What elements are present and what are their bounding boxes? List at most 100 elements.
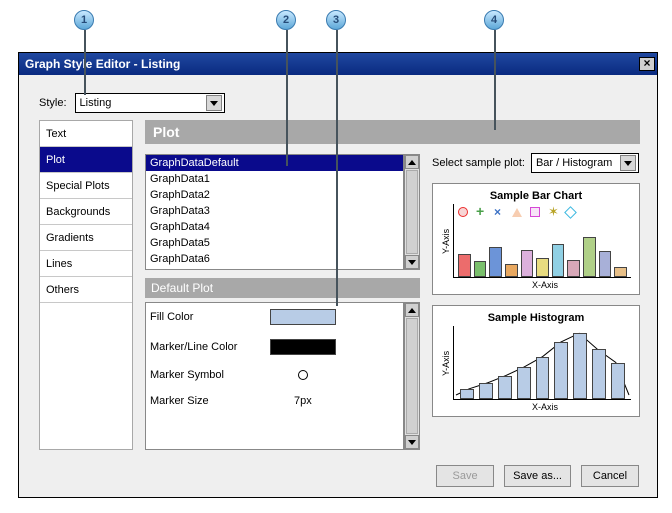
bar [536,258,549,277]
category-sidebar: Text Plot Special Plots Backgrounds Grad… [39,120,133,450]
tab-special-plots[interactable]: Special Plots [40,173,132,199]
callout-line-3 [336,30,338,306]
style-value: Listing [80,97,112,109]
histogram-bars [460,326,625,399]
callout-line-1 [84,30,86,95]
scroll-thumb[interactable] [406,318,418,434]
bar [489,247,502,277]
callout-line-2 [286,30,288,166]
style-select[interactable]: Listing [75,93,225,113]
bar [567,260,580,277]
bar-chart-bars [458,220,627,277]
bar-y-axis-label: Y-Axis [441,204,453,278]
bar-chart-title: Sample Bar Chart [441,190,631,202]
callout-2: 2 [276,10,296,30]
scroll-down-button[interactable] [405,255,419,269]
tab-gradients[interactable]: Gradients [40,225,132,251]
list-item[interactable]: GraphData6 [146,251,403,267]
callout-4: 4 [484,10,504,30]
save-button[interactable]: Save [436,465,494,487]
hist-plot-area [453,326,631,400]
scroll-down-button[interactable] [405,435,419,449]
bar [552,244,565,277]
star-icon: ✶ [548,207,558,217]
hist-bar [573,333,587,399]
sample-plot-value: Bar / Histogram [536,157,612,169]
sample-plot-label: Select sample plot: [432,157,525,169]
tab-text[interactable]: Text [40,121,132,147]
x-icon: × [494,207,504,217]
graphdata-list[interactable]: GraphDataDefault GraphData1 GraphData2 G… [145,154,404,270]
tab-others[interactable]: Others [40,277,132,303]
list-item[interactable]: GraphData5 [146,235,403,251]
list-item[interactable]: GraphData4 [146,219,403,235]
close-button[interactable]: × [639,57,655,71]
save-as-button[interactable]: Save as... [504,465,571,487]
hist-bar [498,376,512,399]
hist-bar [517,367,531,399]
subsection-header: Default Plot [145,278,420,298]
fill-color-label: Fill Color [150,311,270,323]
tab-backgrounds[interactable]: Backgrounds [40,199,132,225]
callout-1: 1 [74,10,94,30]
scroll-up-button[interactable] [405,303,419,317]
marker-symbol-preview[interactable] [298,370,308,380]
diamond-icon [564,206,577,219]
bar [521,250,534,277]
preview-bar-chart: Sample Bar Chart Y-Axis + × ✶ [432,183,640,295]
callout-line-4 [494,30,496,130]
marker-line-color-swatch[interactable] [270,339,336,355]
sample-plot-select[interactable]: Bar / Histogram [531,153,639,173]
circle-icon [458,207,468,217]
legend-markers: + × ✶ [458,206,627,218]
hist-bar [536,357,550,399]
marker-line-color-label: Marker/Line Color [150,341,270,353]
style-select-button[interactable] [206,95,222,111]
scroll-thumb[interactable] [406,170,418,254]
bar-plot-area: + × ✶ [453,204,631,278]
hist-title: Sample Histogram [441,312,631,324]
tab-lines[interactable]: Lines [40,251,132,277]
bar [583,237,596,277]
sample-plot-select-button[interactable] [620,155,636,171]
graph-style-editor-window: Graph Style Editor - Listing × Style: Li… [18,52,658,498]
window-title: Graph Style Editor - Listing [25,57,180,71]
hist-x-axis-label: X-Axis [459,402,631,412]
chevron-down-icon [408,260,416,265]
callout-3: 3 [326,10,346,30]
bar [458,254,471,277]
triangle-icon [512,208,522,217]
list-scrollbar[interactable] [404,154,420,270]
marker-size-value: 7px [294,395,312,407]
chevron-down-icon [624,161,632,166]
bar [474,261,487,277]
list-item[interactable]: GraphDataDefault [146,155,403,171]
cancel-button[interactable]: Cancel [581,465,639,487]
hist-bar [554,342,568,399]
bar [614,267,627,277]
bar-x-axis-label: X-Axis [459,280,631,290]
chevron-down-icon [210,101,218,106]
list-item[interactable]: GraphData1 [146,171,403,187]
preview-histogram: Sample Histogram Y-Axis X-Axis [432,305,640,417]
bar [505,264,518,277]
style-label: Style: [39,97,67,109]
hist-bar [592,349,606,399]
marker-size-label: Marker Size [150,395,270,407]
section-header: Plot [145,120,640,144]
hist-bar [460,389,474,399]
list-item[interactable]: GraphData3 [146,203,403,219]
scroll-up-button[interactable] [405,155,419,169]
square-icon [530,207,540,217]
list-item[interactable]: GraphData2 [146,187,403,203]
plus-icon: + [476,207,486,217]
hist-y-axis-label: Y-Axis [441,326,453,400]
bar [599,251,612,277]
tab-plot[interactable]: Plot [40,147,132,173]
chevron-up-icon [408,308,416,313]
props-scrollbar[interactable] [404,302,420,450]
fill-color-swatch[interactable] [270,309,336,325]
properties-panel: Fill Color Marker/Line Color Marker Symb… [145,302,404,450]
marker-symbol-label: Marker Symbol [150,369,270,381]
chevron-down-icon [408,440,416,445]
